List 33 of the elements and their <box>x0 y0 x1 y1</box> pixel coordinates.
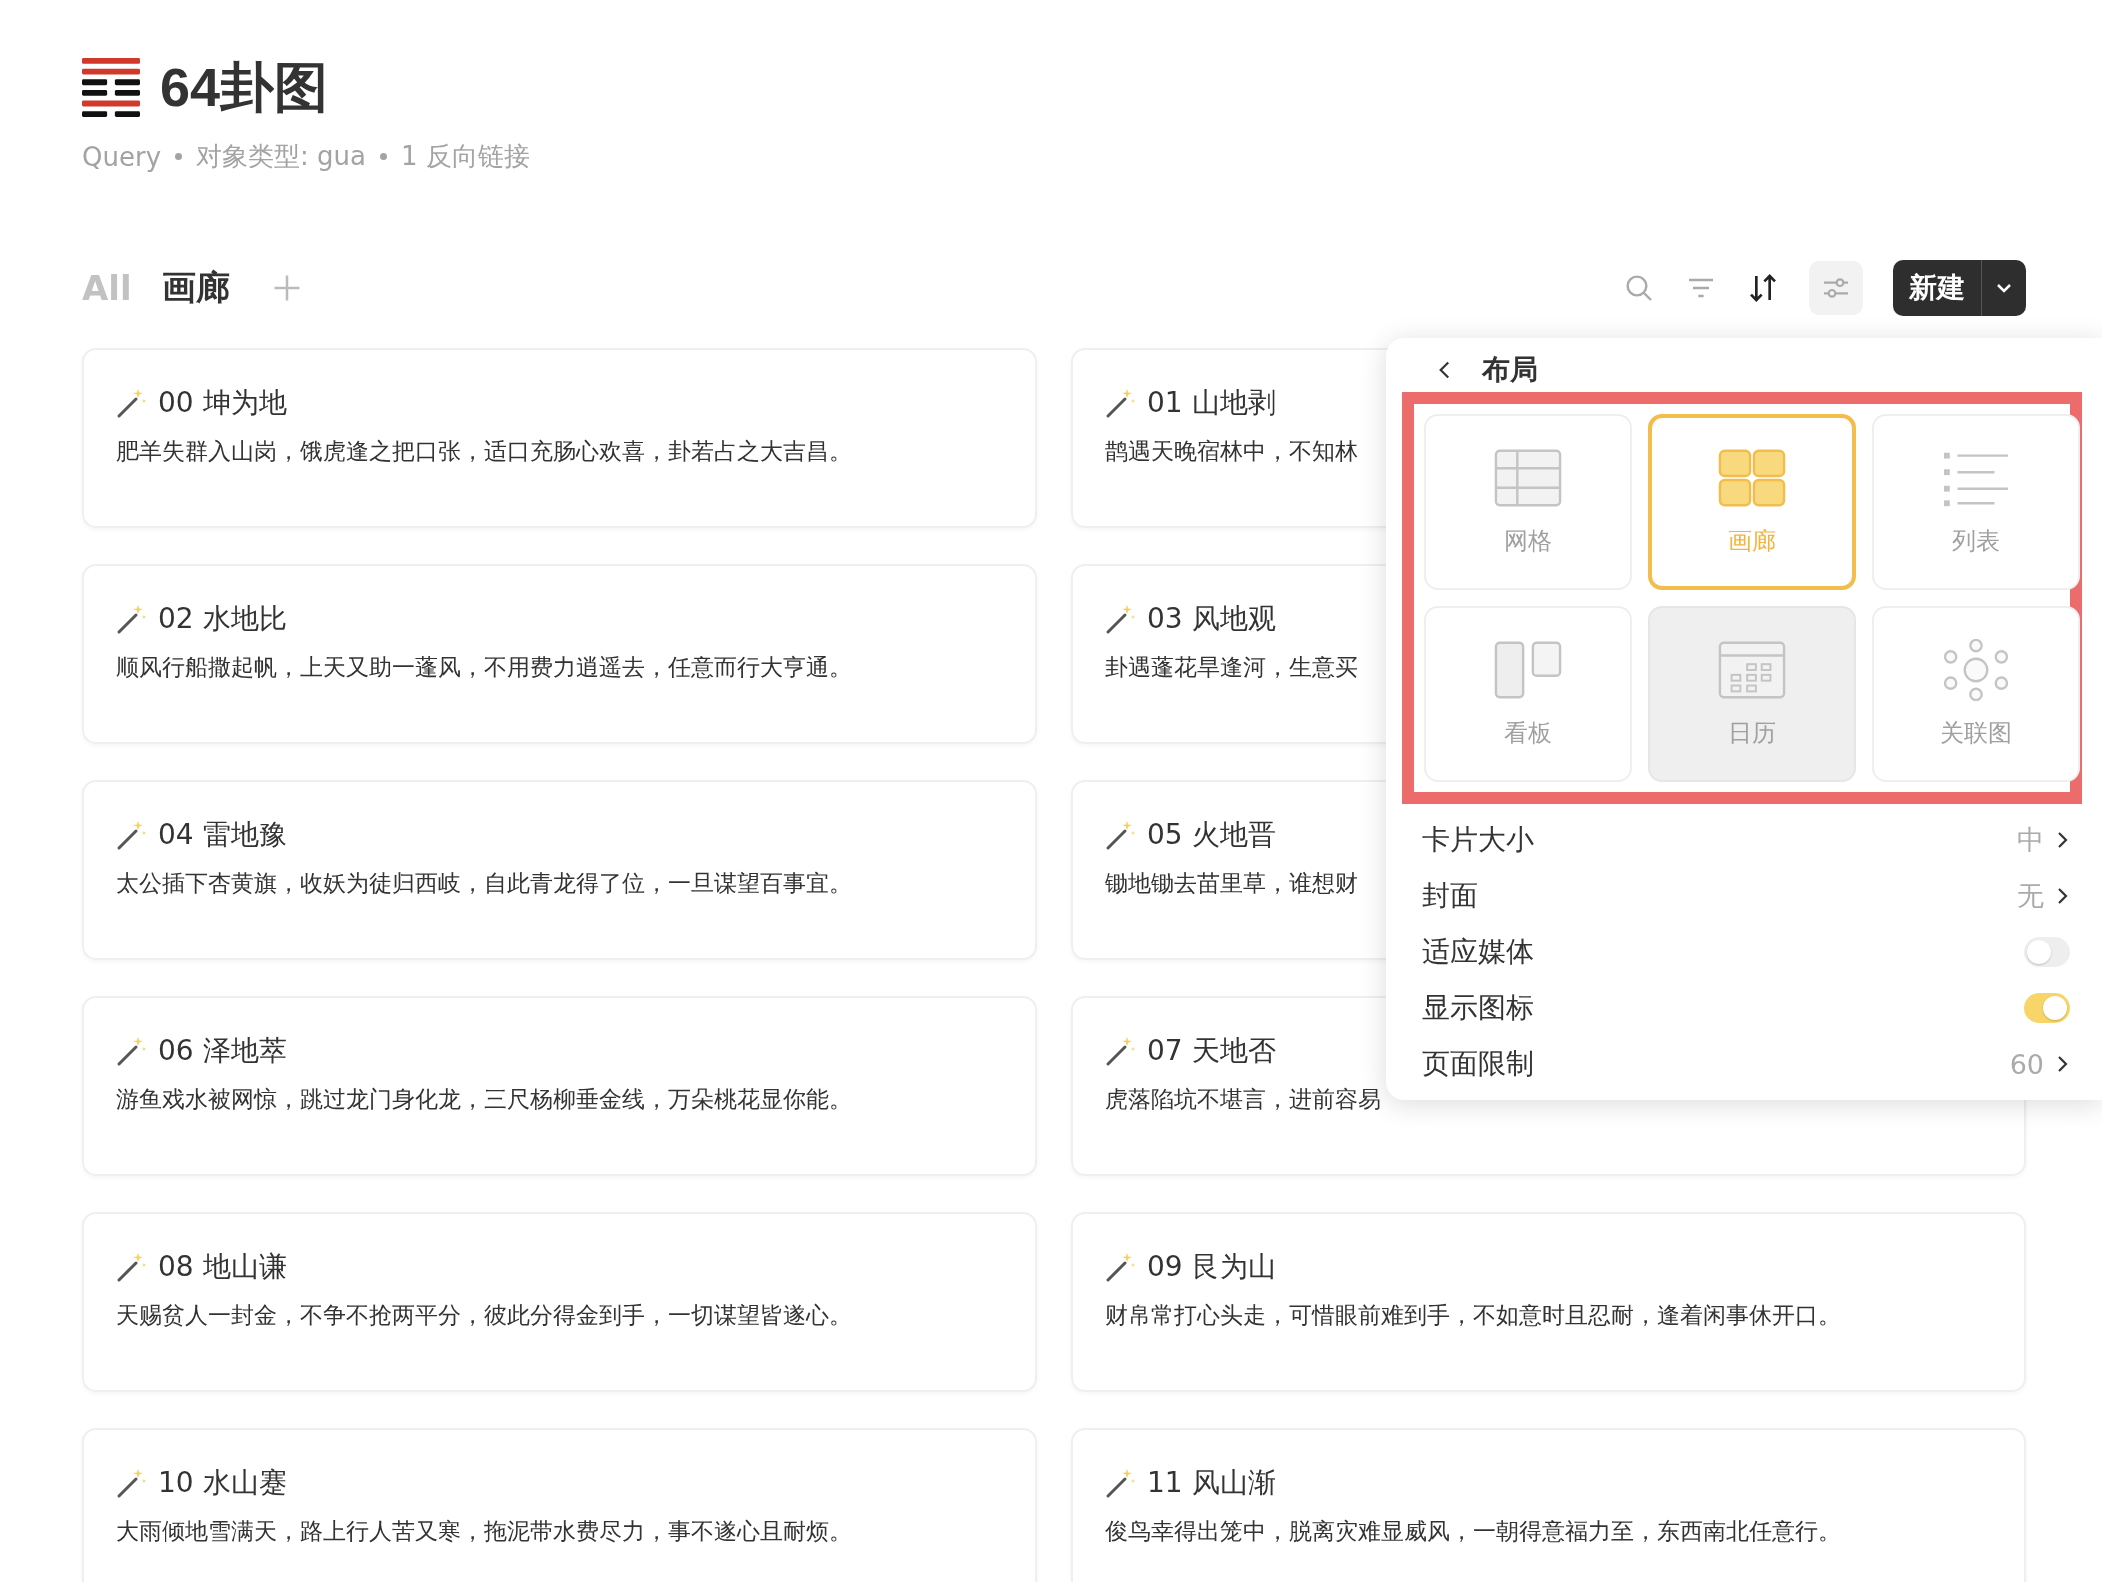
setting-label: 显示图标 <box>1422 990 1534 1026</box>
setting-label: 页面限制 <box>1422 1046 1534 1082</box>
card-text: 肥羊失群入山岗，饿虎逢之把口张，适口充肠心欢喜，卦若占之大吉昌。 <box>116 437 852 466</box>
card-text: 锄地锄去苗里草，谁想财 <box>1105 869 1358 898</box>
card-text: 大雨倾地雪满天，路上行人苦又寒，拖泥带水费尽力，事不遂心且耐烦。 <box>116 1517 852 1546</box>
card-title: 04 雷地豫 <box>158 817 287 853</box>
card-text: 俊鸟幸得出笼中，脱离灾难显威风，一朝得意福力至，东西南北任意行。 <box>1105 1517 1841 1546</box>
card-title: 11 风山渐 <box>1147 1465 1276 1501</box>
card-title: 08 地山谦 <box>158 1249 287 1285</box>
card-text: 顺风行船撒起帆，上天又助一蓬风，不用费力逍遥去，任意而行大亨通。 <box>116 653 852 682</box>
card-text: 卦遇蓬花旱逢河，生意买 <box>1105 653 1358 682</box>
card-title: 07 天地否 <box>1147 1033 1276 1069</box>
card-text: 太公插下杏黄旗，收妖为徒归西岐，自此青龙得了位，一旦谋望百事宜。 <box>116 869 852 898</box>
setting-label: 卡片大小 <box>1422 822 1534 858</box>
card-title: 09 艮为山 <box>1147 1249 1276 1285</box>
card-title: 06 泽地萃 <box>158 1033 287 1069</box>
meta-text: 对象类型: gua <box>196 140 366 173</box>
card-text: 鹊遇天晚宿林中，不知林 <box>1105 437 1358 466</box>
card-text: 财帛常打心头走，可惜眼前难到手，不如意时且忍耐，逢着闲事休开口。 <box>1105 1301 1841 1330</box>
card-title: 05 火地晋 <box>1147 817 1276 853</box>
panel-title: 布局 <box>1482 352 1538 388</box>
card-title: 03 风地观 <box>1147 601 1276 637</box>
card-text: 虎落陷坑不堪言，进前容易 <box>1105 1085 1381 1114</box>
card-title: 01 山地剥 <box>1147 385 1276 421</box>
setting-label: 适应媒体 <box>1422 934 1534 970</box>
card-title: 10 水山蹇 <box>158 1465 287 1501</box>
setting-label: 封面 <box>1422 878 1478 914</box>
meta-text: Query <box>82 141 161 172</box>
card-text: 天赐贫人一封金，不争不抢两平分，彼此分得金到手，一切谋望皆遂心。 <box>116 1301 852 1330</box>
page-title: 64卦图 <box>160 56 329 119</box>
card-text: 游鱼戏水被网惊，跳过龙门身化龙，三尺杨柳垂金线，万朵桃花显你能。 <box>116 1085 852 1114</box>
card-title: 02 水地比 <box>158 601 287 637</box>
card-title: 00 坤为地 <box>158 385 287 421</box>
